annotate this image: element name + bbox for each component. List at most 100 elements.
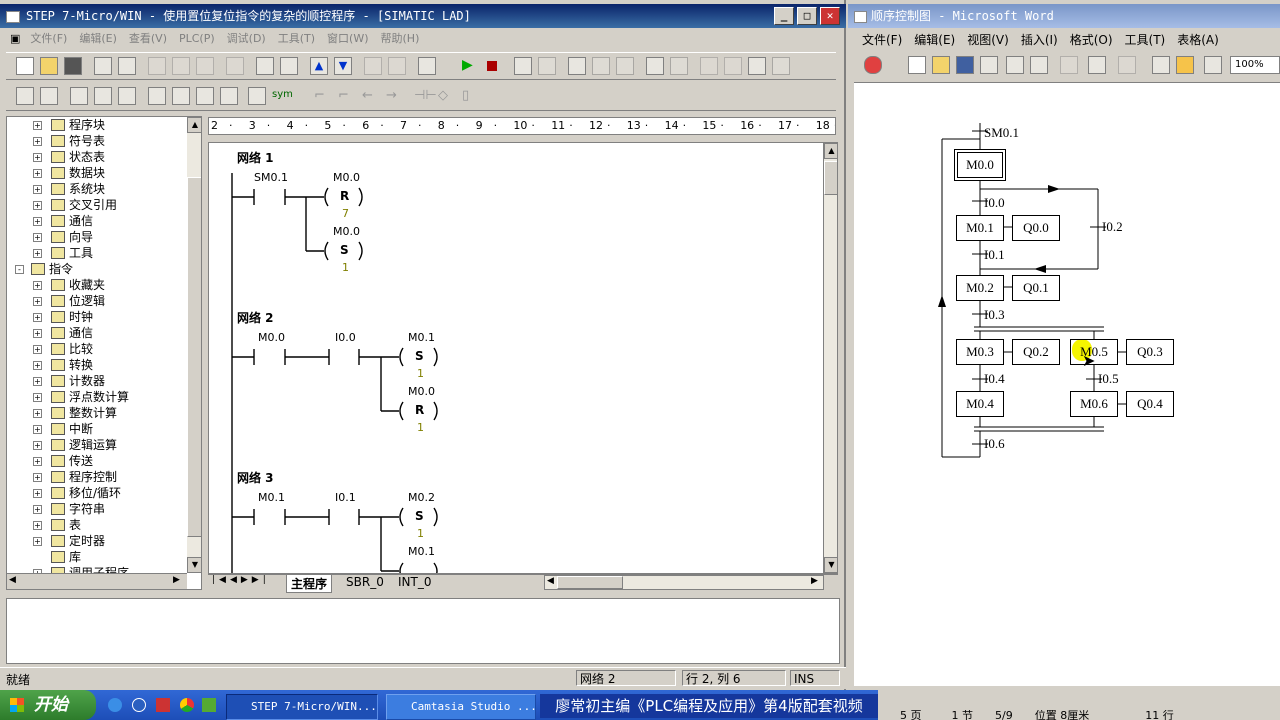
expand-icon[interactable]: + <box>33 185 42 194</box>
tree-item[interactable]: + 交叉引用 <box>7 197 187 213</box>
line-down-icon-2[interactable]: ⌐ <box>314 88 325 103</box>
tree-item[interactable]: + 字符串 <box>7 501 187 517</box>
expand-icon[interactable]: + <box>33 441 42 450</box>
tree-item[interactable]: + 通信 <box>7 213 187 229</box>
line-left-icon[interactable] <box>196 87 214 105</box>
scroll-left-arrow[interactable]: ◀ <box>547 576 554 586</box>
arrow-right-icon[interactable]: → <box>386 88 397 103</box>
menu-view[interactable]: 视图(V) <box>961 30 1015 50</box>
run-icon[interactable]: ▶ <box>462 57 473 73</box>
tree-scroll-thumb[interactable] <box>187 177 201 537</box>
menu-view[interactable]: 查看(V) <box>123 29 173 49</box>
insert-network-icon[interactable] <box>16 87 34 105</box>
ladder-vscroll[interactable]: ▲ ▼ <box>823 143 837 573</box>
menu-edit[interactable]: 编辑(E) <box>73 29 123 49</box>
box-icon[interactable]: ▯ <box>462 88 469 103</box>
tree-item[interactable]: + 程序块 <box>7 117 187 133</box>
tree-item[interactable]: + 比较 <box>7 341 187 357</box>
tree-item[interactable]: + 数据块 <box>7 165 187 181</box>
expand-icon[interactable]: + <box>33 217 42 226</box>
compile-icon[interactable] <box>256 57 274 75</box>
word-titlebar[interactable]: 顺序控制图 - Microsoft Word <box>848 4 1280 28</box>
tree-item[interactable]: + 工具 <box>7 245 187 261</box>
editor-hscroll[interactable]: ◀ ▶ <box>544 575 824 590</box>
tab-main[interactable]: 主程序 <box>286 575 333 593</box>
tree-item[interactable]: + 通信 <box>7 325 187 341</box>
quicklaunch-mail-icon[interactable] <box>132 698 146 712</box>
tree-item[interactable]: + 传送 <box>7 453 187 469</box>
expand-icon[interactable]: + <box>33 409 42 418</box>
compile-all-icon[interactable] <box>280 57 298 75</box>
force-icon[interactable] <box>772 57 790 75</box>
copy-icon[interactable] <box>172 57 190 75</box>
sort-desc-icon[interactable] <box>388 57 406 75</box>
tab-nav-arrows[interactable]: |◀◀▶▶| <box>212 575 270 585</box>
expand-icon[interactable]: + <box>33 489 42 498</box>
start-button[interactable]: 开始 <box>0 690 96 720</box>
sort-asc-icon[interactable] <box>364 57 382 75</box>
menu-file[interactable]: 文件(F) <box>856 30 908 50</box>
menu-insert[interactable]: 插入(I) <box>1015 30 1064 50</box>
save-icon[interactable] <box>956 56 974 74</box>
tree-item[interactable]: + 收藏夹 <box>7 277 187 293</box>
expand-icon[interactable]: + <box>33 361 42 370</box>
step7-titlebar[interactable]: STEP 7-Micro/WIN - 使用置位复位指令的复杂的顺控程序 - [S… <box>0 4 846 28</box>
expand-icon[interactable]: + <box>33 393 42 402</box>
lock-icon-2[interactable] <box>724 57 742 75</box>
expand-icon[interactable]: + <box>33 281 42 290</box>
expand-icon[interactable]: + <box>33 313 42 322</box>
redo-icon[interactable] <box>1118 56 1136 74</box>
undo-icon[interactable] <box>1088 56 1106 74</box>
expand-icon[interactable]: + <box>33 329 42 338</box>
tree-item[interactable]: + 系统块 <box>7 181 187 197</box>
chart-icon-3[interactable] <box>616 57 634 75</box>
tree-item[interactable]: + 浮点数计算 <box>7 389 187 405</box>
line-style-icon[interactable] <box>1176 56 1194 74</box>
expand-icon[interactable]: + <box>33 457 42 466</box>
zoom-field[interactable]: 100% <box>1230 56 1280 74</box>
toggle-addressing-icon[interactable] <box>248 87 266 105</box>
scroll-down-arrow[interactable]: ▼ <box>187 557 201 573</box>
expand-icon[interactable]: + <box>33 505 42 514</box>
scroll-left-arrow[interactable]: ◀ <box>9 575 16 585</box>
tree-item[interactable]: + 向导 <box>7 229 187 245</box>
expand-icon[interactable]: + <box>33 345 42 354</box>
line-right-icon[interactable] <box>220 87 238 105</box>
print-icon[interactable] <box>1006 56 1024 74</box>
paste-icon[interactable] <box>196 57 214 75</box>
quicklaunch-app-icon[interactable] <box>202 698 216 712</box>
permission-icon[interactable] <box>980 56 998 74</box>
open-icon[interactable] <box>932 56 950 74</box>
menu-tools[interactable]: 工具(T) <box>1119 30 1172 50</box>
menu-format[interactable]: 格式(O) <box>1064 30 1119 50</box>
chart-icon-2[interactable] <box>592 57 610 75</box>
maximize-button[interactable]: □ <box>797 7 817 25</box>
tree-item[interactable]: + 转换 <box>7 357 187 373</box>
close-button[interactable]: ✕ <box>820 7 840 25</box>
line-up-icon[interactable] <box>172 87 190 105</box>
menu-plc[interactable]: PLC(P) <box>173 29 221 49</box>
tree-item[interactable]: + 整数计算 <box>7 405 187 421</box>
menu-table[interactable]: 表格(A) <box>1171 30 1225 50</box>
print-preview-icon[interactable] <box>1030 56 1048 74</box>
expand-icon[interactable]: + <box>33 425 42 434</box>
tree-item[interactable]: + 状态表 <box>7 149 187 165</box>
taskbar-item-step7[interactable]: STEP 7-Micro/WIN... <box>226 694 378 720</box>
delete-network-icon[interactable] <box>40 87 58 105</box>
ladder-editor[interactable]: 网络 1 SM0.1 M0.0 R 7 M0.0 S 1 网络 2 M0.0 I… <box>208 142 838 574</box>
expand-icon[interactable]: + <box>33 201 42 210</box>
tree-item[interactable]: + 时钟 <box>7 309 187 325</box>
minimize-button[interactable]: _ <box>774 7 794 25</box>
hscroll-thumb[interactable] <box>557 576 623 589</box>
tree-item[interactable]: + 中断 <box>7 421 187 437</box>
menu-tools[interactable]: 工具(T) <box>272 29 321 49</box>
pou-comment-icon[interactable] <box>70 87 88 105</box>
tree-hscroll[interactable]: ◀ ▶ <box>7 573 187 589</box>
scroll-right-arrow[interactable]: ▶ <box>811 576 818 586</box>
line-down-icon[interactable] <box>148 87 166 105</box>
quicklaunch-desktop-icon[interactable] <box>156 698 170 712</box>
expand-icon[interactable]: + <box>33 377 42 386</box>
expand-icon[interactable]: + <box>33 153 42 162</box>
open-icon[interactable] <box>40 57 58 75</box>
pin-icon[interactable] <box>1204 56 1222 74</box>
